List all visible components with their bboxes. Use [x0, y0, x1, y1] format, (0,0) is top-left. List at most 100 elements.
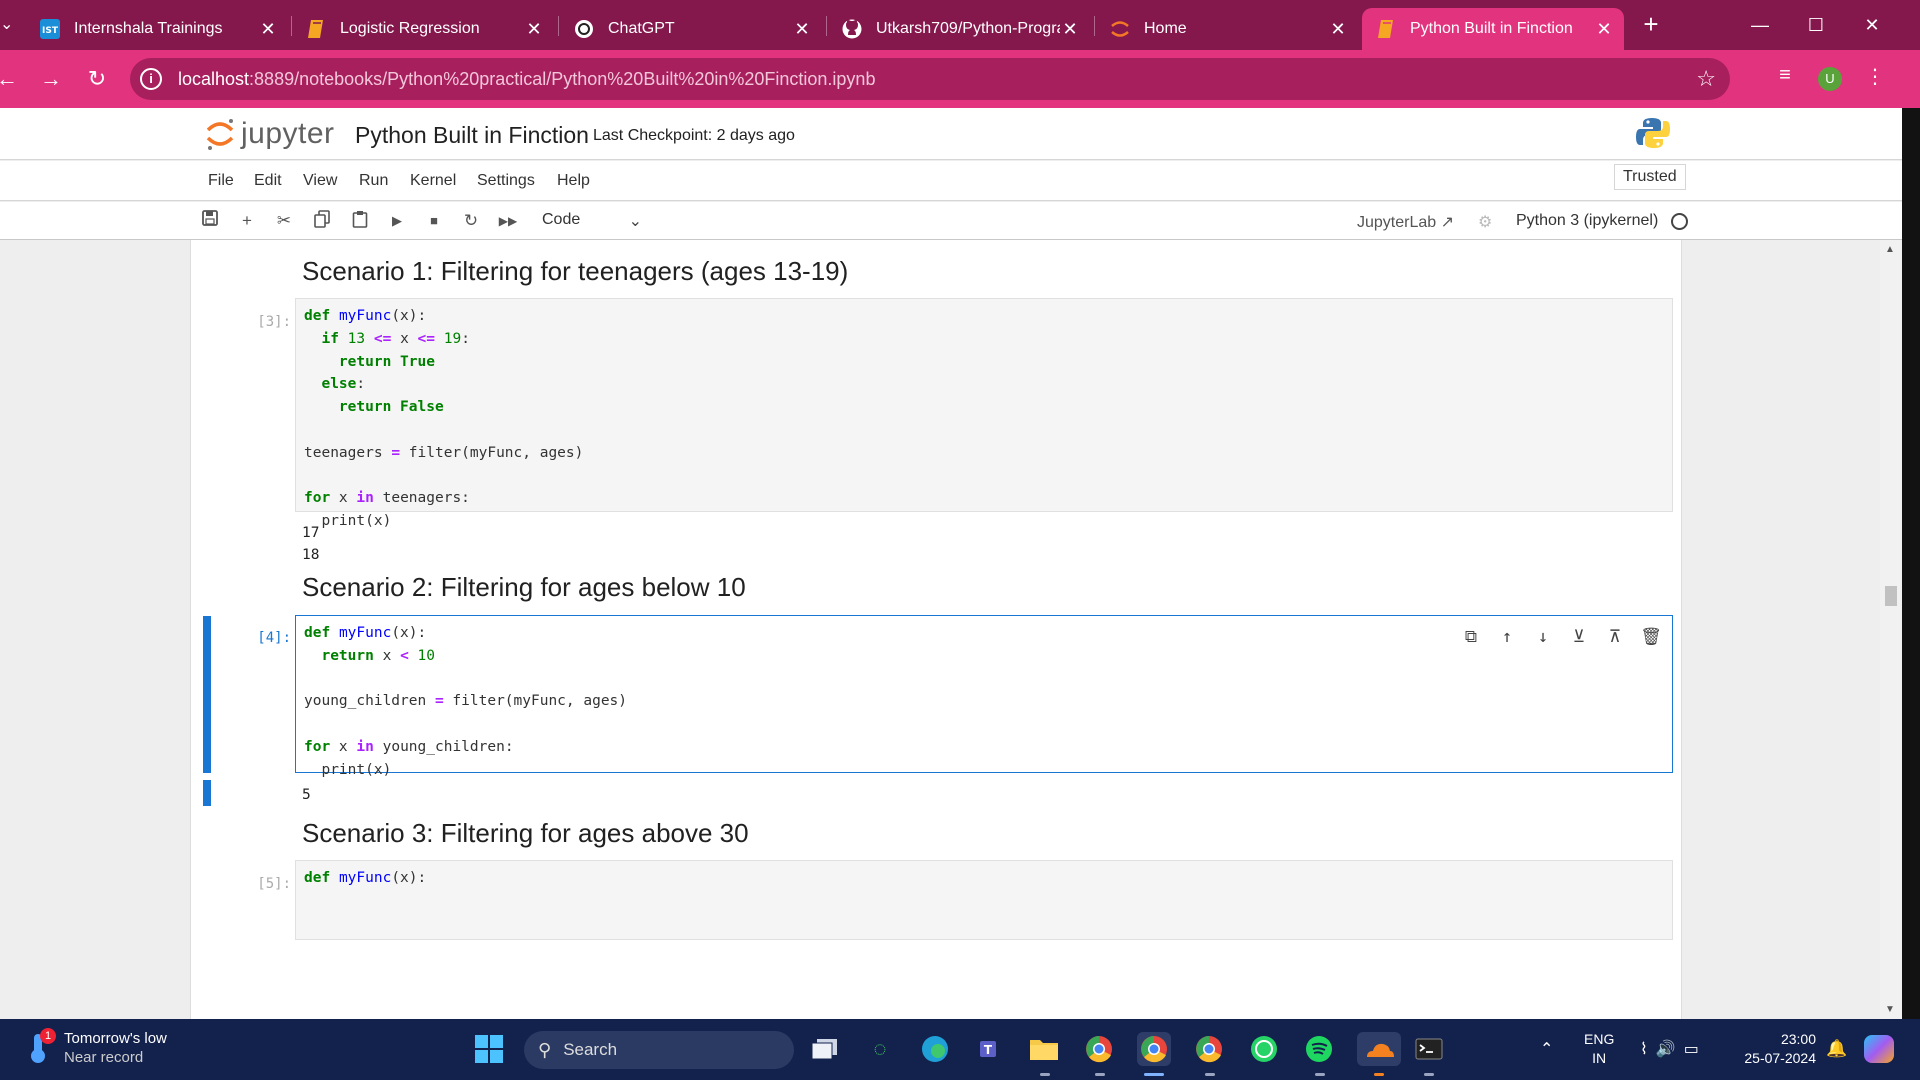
move-up-icon[interactable]: ↑	[1496, 626, 1518, 648]
jupyter-icon	[1110, 19, 1130, 39]
output-collapse-bar[interactable]	[203, 780, 211, 806]
move-down-icon[interactable]: ↓	[1532, 626, 1554, 648]
task-view-icon[interactable]	[808, 1032, 842, 1066]
scroll-up-icon[interactable]: ▲	[1885, 244, 1895, 255]
wifi-icon[interactable]: ⌇	[1640, 1041, 1656, 1058]
weather-subtitle: Near record	[64, 1049, 144, 1066]
bookmark-star-icon[interactable]: ☆	[1696, 66, 1716, 92]
duplicate-cell-icon[interactable]: ⧉	[1460, 626, 1482, 648]
notebook-title[interactable]: Python Built in Finction	[355, 122, 589, 149]
code-cell-5[interactable]: def myFunc(x):	[295, 860, 1673, 940]
kernel-name[interactable]: Python 3 (ipykernel)	[1516, 212, 1658, 230]
code-cell-3[interactable]: def myFunc(x): if 13 <= x <= 19: return …	[295, 298, 1673, 529]
trusted-indicator[interactable]: Trusted	[1614, 164, 1686, 190]
tab-logistic-regression[interactable]: Logistic Regression ✕	[292, 8, 554, 50]
cloudflare-icon[interactable]	[1357, 1032, 1401, 1066]
delete-cell-icon[interactable]: 🗑	[1640, 626, 1662, 648]
lang-line2: IN	[1592, 1050, 1607, 1066]
markdown-heading[interactable]: Scenario 3: Filtering for ages above 30	[302, 818, 749, 849]
active-cell-indicator[interactable]	[203, 616, 211, 773]
insert-above-icon[interactable]: ⊼	[1604, 626, 1626, 648]
insert-below-icon[interactable]: ⊻	[1568, 626, 1590, 648]
cut-icon[interactable]: ✂	[273, 210, 295, 232]
loading-app-icon[interactable]: ◌	[863, 1032, 897, 1066]
chevron-up-icon[interactable]: ⌃	[1540, 1039, 1553, 1059]
weather-widget[interactable]: 1 Tomorrow's low Near record	[26, 1028, 167, 1067]
teams-icon[interactable]: T	[973, 1032, 1007, 1066]
gear-icon[interactable]: ⚙	[1478, 212, 1492, 232]
menu-help[interactable]: Help	[557, 172, 590, 190]
run-icon[interactable]: ▶	[386, 210, 408, 232]
close-icon[interactable]: ✕	[258, 19, 278, 40]
tab-github[interactable]: Utkarsh709/Python-Progra ✕	[828, 8, 1090, 50]
menu-edit[interactable]: Edit	[254, 172, 282, 190]
close-icon[interactable]: ✕	[792, 19, 812, 40]
copy-icon[interactable]	[311, 210, 333, 232]
jupyter-logo[interactable]: jupyter	[205, 116, 335, 152]
tab-title: ChatGPT	[608, 20, 675, 37]
new-tab-button[interactable]: +	[1636, 10, 1666, 40]
jupyterlab-link[interactable]: JupyterLab ↗	[1357, 212, 1454, 232]
close-icon[interactable]: ✕	[1060, 19, 1080, 40]
edge-icon[interactable]	[918, 1032, 952, 1066]
cell-type-dropdown[interactable]: Code ⌄	[542, 211, 642, 230]
chrome-profile-icon[interactable]	[1137, 1032, 1171, 1066]
markdown-heading[interactable]: Scenario 2: Filtering for ages below 10	[302, 572, 746, 603]
tab-python-built-in[interactable]: Python Built in Finction ✕	[1362, 8, 1624, 50]
chrome-icon[interactable]	[1082, 1032, 1116, 1066]
save-icon[interactable]	[199, 210, 221, 232]
markdown-heading[interactable]: Scenario 1: Filtering for teenagers (age…	[302, 256, 848, 287]
notebook-sheet: Scenario 1: Filtering for teenagers (age…	[190, 240, 1682, 1019]
address-bar[interactable]: i localhost:8889/notebooks/Python%20prac…	[130, 58, 1730, 100]
menu-file[interactable]: File	[208, 172, 234, 190]
chrome-profile-2-icon[interactable]	[1192, 1032, 1226, 1066]
close-icon[interactable]: ✕	[1328, 19, 1348, 40]
terminal-icon[interactable]	[1412, 1032, 1446, 1066]
back-icon[interactable]: ←	[0, 64, 22, 94]
restart-icon[interactable]: ↻	[460, 210, 482, 232]
kernel-status-icon	[1671, 213, 1688, 230]
tab-internshala[interactable]: IST Internshala Trainings ✕	[26, 8, 288, 50]
profile-avatar[interactable]: U	[1818, 67, 1842, 91]
notification-bell-icon[interactable]: 🔔	[1826, 1039, 1847, 1059]
paste-icon[interactable]	[349, 210, 371, 232]
forward-icon[interactable]: →	[36, 64, 66, 94]
clock[interactable]: 23:00 25-07-2024	[1736, 1030, 1816, 1068]
system-tray[interactable]: ⌇🔊▭	[1640, 1039, 1707, 1059]
language-indicator[interactable]: ENG IN	[1584, 1030, 1614, 1068]
scroll-down-icon[interactable]: ▼	[1885, 1004, 1895, 1015]
tab-search-chevron-icon[interactable]: ⌄	[0, 14, 14, 34]
spotify-icon[interactable]	[1302, 1032, 1336, 1066]
internshala-icon: IST	[40, 19, 60, 39]
menu-settings[interactable]: Settings	[477, 172, 535, 190]
scroll-thumb[interactable]	[1885, 586, 1897, 606]
chatgpt-icon	[574, 19, 594, 39]
file-explorer-icon[interactable]	[1027, 1032, 1061, 1066]
taskbar-search[interactable]: ⚲ Search	[524, 1031, 794, 1069]
copilot-icon[interactable]	[1864, 1035, 1894, 1063]
tab-home[interactable]: Home ✕	[1096, 8, 1358, 50]
menu-run[interactable]: Run	[359, 172, 388, 190]
menu-kernel[interactable]: Kernel	[410, 172, 456, 190]
whatsapp-icon[interactable]	[1247, 1032, 1281, 1066]
cell-output: 5	[302, 787, 311, 803]
close-icon[interactable]: ✕	[524, 19, 544, 40]
minimize-icon[interactable]: —	[1740, 10, 1780, 40]
code-cell-4[interactable]: def myFunc(x): return x < 10 young_child…	[295, 615, 1673, 778]
battery-icon[interactable]: ▭	[1684, 1041, 1707, 1058]
close-window-icon[interactable]: ✕	[1852, 10, 1892, 40]
maximize-icon[interactable]: ☐	[1796, 10, 1836, 40]
volume-icon[interactable]: 🔊	[1656, 1041, 1684, 1058]
add-cell-icon[interactable]: +	[236, 210, 258, 232]
scrollbar[interactable]: ▲ ▼	[1880, 240, 1902, 1019]
stop-icon[interactable]: ■	[423, 210, 445, 232]
tab-chatgpt[interactable]: ChatGPT ✕	[560, 8, 822, 50]
windows-start-icon[interactable]	[472, 1032, 506, 1066]
restart-run-all-icon[interactable]: ▶▶	[497, 210, 519, 232]
reload-icon[interactable]: ↻	[82, 64, 112, 94]
site-info-icon[interactable]: i	[140, 68, 162, 90]
browser-menu-icon[interactable]: ⋮	[1860, 64, 1890, 89]
media-control-icon[interactable]: ≡	[1770, 64, 1800, 87]
close-icon[interactable]: ✕	[1594, 19, 1614, 40]
menu-view[interactable]: View	[303, 172, 337, 190]
